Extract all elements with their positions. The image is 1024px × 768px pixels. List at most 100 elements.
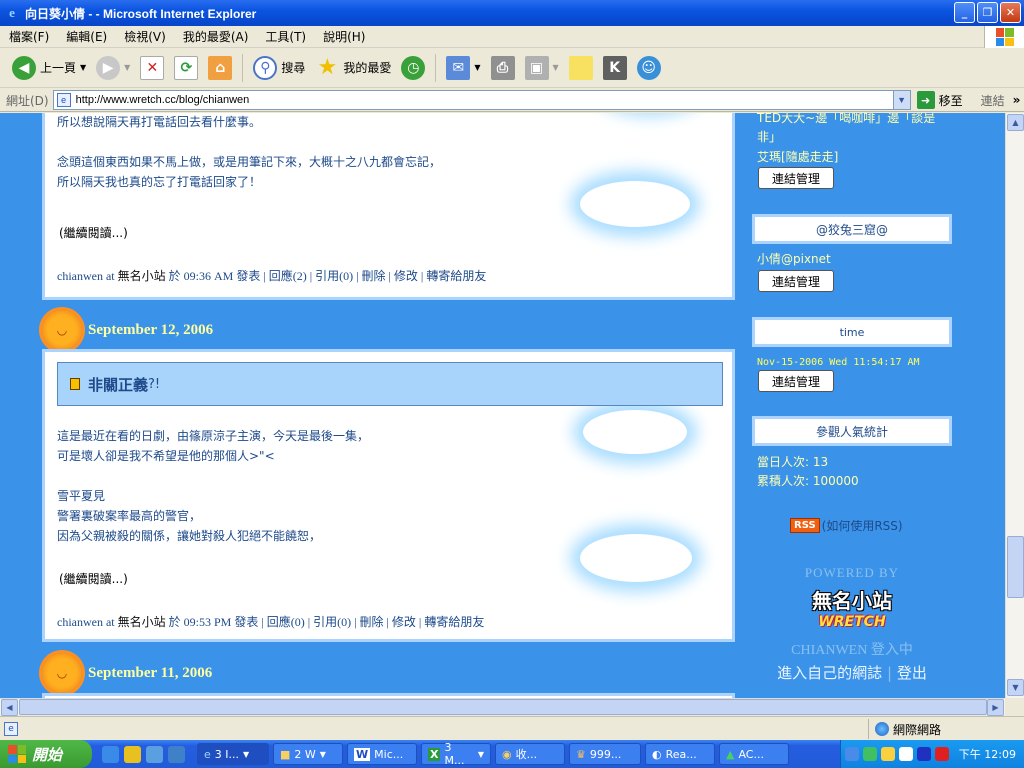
ie-quicklaunch-icon[interactable] (102, 745, 119, 763)
ie-window: e 向日葵小倩 - - Microsoft Internet Explorer … (0, 0, 1024, 740)
close-button[interactable]: ✕ (1000, 2, 1021, 23)
minimize-button[interactable]: _ (954, 2, 975, 23)
tray-icon[interactable] (862, 747, 877, 761)
start-button[interactable]: 開始 (0, 740, 92, 768)
post-body: 所以想說隔天再打電話回去看什麼事。 念頭這個東西如果不馬上做，或是用筆記下來，大… (57, 115, 442, 189)
star-icon: ★ (317, 55, 338, 80)
address-bar: 網址(D) e http://www.wretch.cc/blog/chianw… (0, 89, 1024, 112)
mail-icon: ✉ (446, 55, 471, 80)
restore-button[interactable]: ❐ (977, 2, 998, 23)
sidebar-box-title: 參觀人氣統計 (752, 416, 952, 446)
taskbar-item[interactable]: e3 I... ▼ (197, 743, 269, 765)
title-bar[interactable]: e 向日葵小倩 - - Microsoft Internet Explorer … (0, 0, 1024, 26)
scroll-left-icon[interactable]: ◀ (1, 699, 18, 716)
sidebar-text[interactable]: TED大大~邊「喝咖啡」邊「談是 非」 (757, 113, 957, 147)
address-label: 網址(D) (6, 93, 49, 108)
app-quicklaunch-icon[interactable] (124, 745, 141, 763)
tray-icon[interactable] (898, 747, 913, 761)
wretch-logo[interactable]: 無名小站 WRETCH (802, 585, 902, 630)
edit-icon: ▣ (524, 55, 549, 80)
forward-button[interactable]: ▶ ▼ (92, 52, 134, 84)
menu-view[interactable]: 檢視(V) (115, 28, 174, 45)
back-button[interactable]: ◀ 上一頁 ▼ (8, 52, 90, 84)
vertical-scrollbar[interactable]: ▲ ▼ (1005, 113, 1024, 698)
tray-icon[interactable] (934, 747, 949, 761)
edit-button[interactable]: ▣ ▼ (521, 52, 563, 84)
standard-toolbar: ◀ 上一頁 ▼ ▶ ▼ ✕ ⟳ ⌂ ⚲ 搜尋 ★ 我的最愛 ◷ ✉ ▼ ⎙ ▣ … (0, 48, 1024, 88)
date-header: ◡ September 12, 2006 (42, 310, 213, 350)
clock[interactable]: 下午 12:09 (959, 746, 1016, 762)
site-link[interactable]: 無名小站 (118, 615, 166, 629)
post-title[interactable]: 非關正義?! (57, 362, 723, 406)
link-manage-button[interactable]: 連結管理 (758, 370, 834, 392)
menu-edit[interactable]: 編輯(E) (57, 28, 115, 45)
discuss-button[interactable] (565, 52, 597, 84)
taskbar-item[interactable]: ▲ AC... (719, 743, 789, 765)
mail-button[interactable]: ✉ ▼ (442, 52, 484, 84)
vertical-scroll-thumb[interactable] (1007, 536, 1024, 598)
taskbar-item[interactable]: W Mic... (347, 743, 417, 765)
logout-link[interactable]: 登出 (897, 664, 927, 682)
taskbar-item[interactable]: ◐ Rea... (645, 743, 715, 765)
sidebar-box-title: @狡兔三窟@ (752, 214, 952, 244)
today-visits: 當日人次: 13 (757, 455, 829, 469)
ie-logo-icon: e (9, 5, 15, 20)
link-manage-button[interactable]: 連結管理 (758, 270, 834, 292)
go-button[interactable]: ➜ 移至 (916, 91, 963, 109)
horizontal-scroll-thumb[interactable] (19, 699, 987, 715)
favorites-button[interactable]: ★ 我的最愛 (311, 52, 395, 84)
my-blog-link[interactable]: 進入自己的網誌 (777, 664, 882, 682)
print-button[interactable]: ⎙ (487, 52, 519, 84)
messenger-button[interactable]: ☺ (633, 52, 665, 84)
taskbar-item[interactable]: ■ 2 W ▼ (273, 743, 343, 765)
login-status: CHIANWEN 登入中 (791, 643, 913, 658)
menu-favorites[interactable]: 我的最愛(A) (174, 28, 257, 45)
chevron-icon[interactable]: » (1013, 93, 1021, 107)
read-more-link[interactable]: (繼續閱讀...) (59, 570, 128, 587)
note-icon (568, 55, 593, 80)
refresh-icon: ⟳ (174, 55, 199, 80)
go-label: 移至 (938, 93, 963, 108)
menu-tools[interactable]: 工具(T) (256, 28, 314, 45)
menu-help[interactable]: 說明(H) (314, 28, 373, 45)
powered-by-label: POWERED BY (804, 565, 900, 580)
read-more-link[interactable]: (繼續閱讀...) (59, 224, 128, 241)
taskbar-item[interactable]: ♛ 999... (569, 743, 641, 765)
taskbar-item[interactable]: X3 M... ▼ (421, 741, 491, 767)
zone-indicator: 網際網路 (868, 719, 941, 739)
search-icon: ⚲ (253, 55, 278, 80)
rss-help-link[interactable]: (如何使用RSS) (822, 517, 903, 534)
history-button[interactable]: ◷ (397, 52, 429, 84)
windows-logo-icon (984, 26, 1024, 48)
search-button[interactable]: ⚲ 搜尋 (249, 52, 309, 84)
desktop-quicklaunch-icon[interactable] (168, 745, 185, 763)
scroll-down-icon[interactable]: ▼ (1007, 679, 1024, 696)
favorites-label: 我的最愛 (343, 61, 392, 75)
taskbar: 開始 e3 I... ▼ ■ 2 W ▼ W Mic... X3 M... ▼ ◉ 收...… (0, 740, 1024, 768)
stop-button[interactable]: ✕ (136, 52, 168, 84)
scroll-up-icon[interactable]: ▲ (1007, 114, 1024, 131)
menu-file[interactable]: 檔案(F) (0, 28, 57, 45)
taskbar-item[interactable]: ◉ 收... (495, 743, 565, 765)
tray-icon[interactable] (880, 747, 895, 761)
address-dropdown-icon[interactable]: ▼ (892, 91, 910, 109)
link-manage-button[interactable]: 連結管理 (758, 167, 834, 189)
horizontal-scrollbar[interactable]: ◀ ▶ (0, 698, 1005, 716)
scroll-right-icon[interactable]: ▶ (987, 699, 1004, 716)
search-label: 搜尋 (281, 61, 306, 75)
sidebar-link[interactable]: 小倩@pixnet (757, 250, 831, 269)
tray-icon[interactable] (844, 747, 859, 761)
links-button[interactable]: 連結 (981, 92, 1005, 109)
address-input[interactable]: e http://www.wretch.cc/blog/chianwen ▼ (52, 90, 911, 110)
sidebar-link[interactable]: 艾瑪[隨處走走] (757, 148, 838, 167)
home-button[interactable]: ⌂ (204, 52, 236, 84)
sun-icon: ◡ (42, 653, 82, 693)
quick-launch (102, 745, 185, 763)
research-button[interactable]: K (599, 52, 631, 84)
tray-icon[interactable] (916, 747, 931, 761)
refresh-button[interactable]: ⟳ (170, 52, 202, 84)
site-link[interactable]: 無名小站 (118, 269, 166, 283)
back-label: 上一頁 (40, 61, 77, 75)
media-quicklaunch-icon[interactable] (146, 745, 163, 763)
rss-badge[interactable]: RSS (790, 518, 820, 533)
